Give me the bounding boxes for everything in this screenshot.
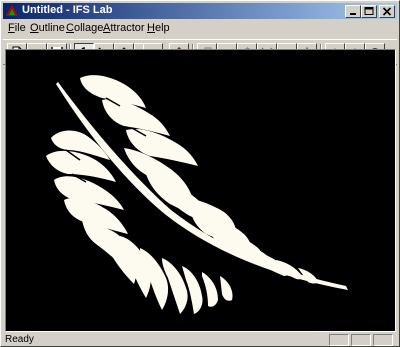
status-pane	[329, 334, 349, 346]
window-title: Untitled - IFS Lab	[22, 4, 113, 16]
close-button[interactable]	[379, 5, 395, 18]
minimize-button[interactable]	[345, 5, 361, 18]
menu-attractor[interactable]: Attractor	[102, 21, 146, 37]
menu-outline[interactable]: Outline	[29, 21, 66, 37]
menu-help[interactable]: Help	[146, 21, 171, 37]
fern-attractor-image	[46, 75, 348, 314]
close-icon	[382, 7, 392, 16]
minimize-icon	[350, 13, 356, 15]
status-text: Ready	[5, 334, 34, 345]
title-bar[interactable]: Untitled - IFS Lab	[3, 3, 397, 19]
maximize-icon	[364, 7, 374, 15]
status-bar: Ready	[3, 333, 397, 346]
status-pane	[351, 334, 371, 346]
menu-file[interactable]: File	[7, 21, 27, 37]
drawing-canvas[interactable]	[5, 49, 396, 332]
maximize-button[interactable]	[361, 5, 377, 18]
menu-collage[interactable]: Collage	[65, 21, 104, 37]
status-pane	[373, 334, 393, 346]
menu-bar: File Outline Collage Attractor Help	[3, 20, 397, 38]
app-window: Untitled - IFS Lab File Outline Collage …	[0, 0, 400, 347]
app-icon	[6, 5, 18, 16]
